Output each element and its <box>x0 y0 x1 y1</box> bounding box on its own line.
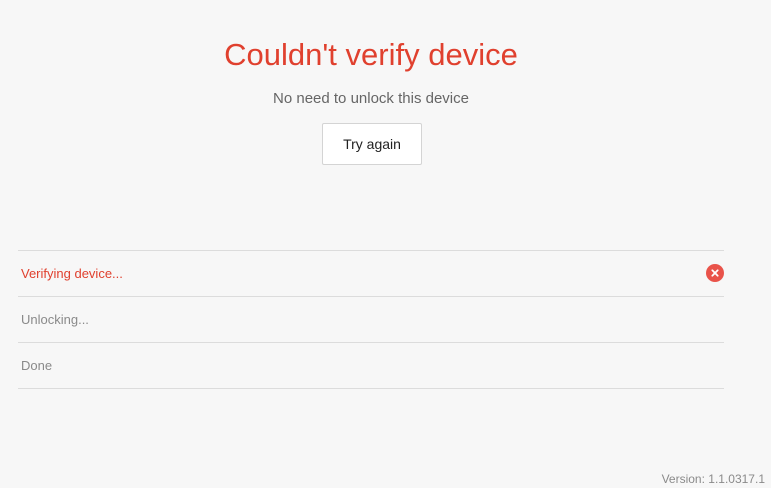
error-x-icon <box>706 264 724 282</box>
page-title: Couldn't verify device <box>224 37 518 72</box>
step-label: Done <box>21 358 53 373</box>
version-label: Version: 1.1.0317.1 <box>661 472 765 486</box>
step-unlocking: Unlocking... <box>18 297 724 343</box>
progress-steps: Verifying device... Unlocking... Done <box>18 250 724 389</box>
step-label: Verifying device... <box>21 266 123 281</box>
step-done: Done <box>18 343 724 389</box>
page-subtitle: No need to unlock this device <box>273 90 469 107</box>
step-verifying-device: Verifying device... <box>18 251 724 297</box>
step-label: Unlocking... <box>21 312 89 327</box>
try-again-button[interactable]: Try again <box>322 123 422 165</box>
